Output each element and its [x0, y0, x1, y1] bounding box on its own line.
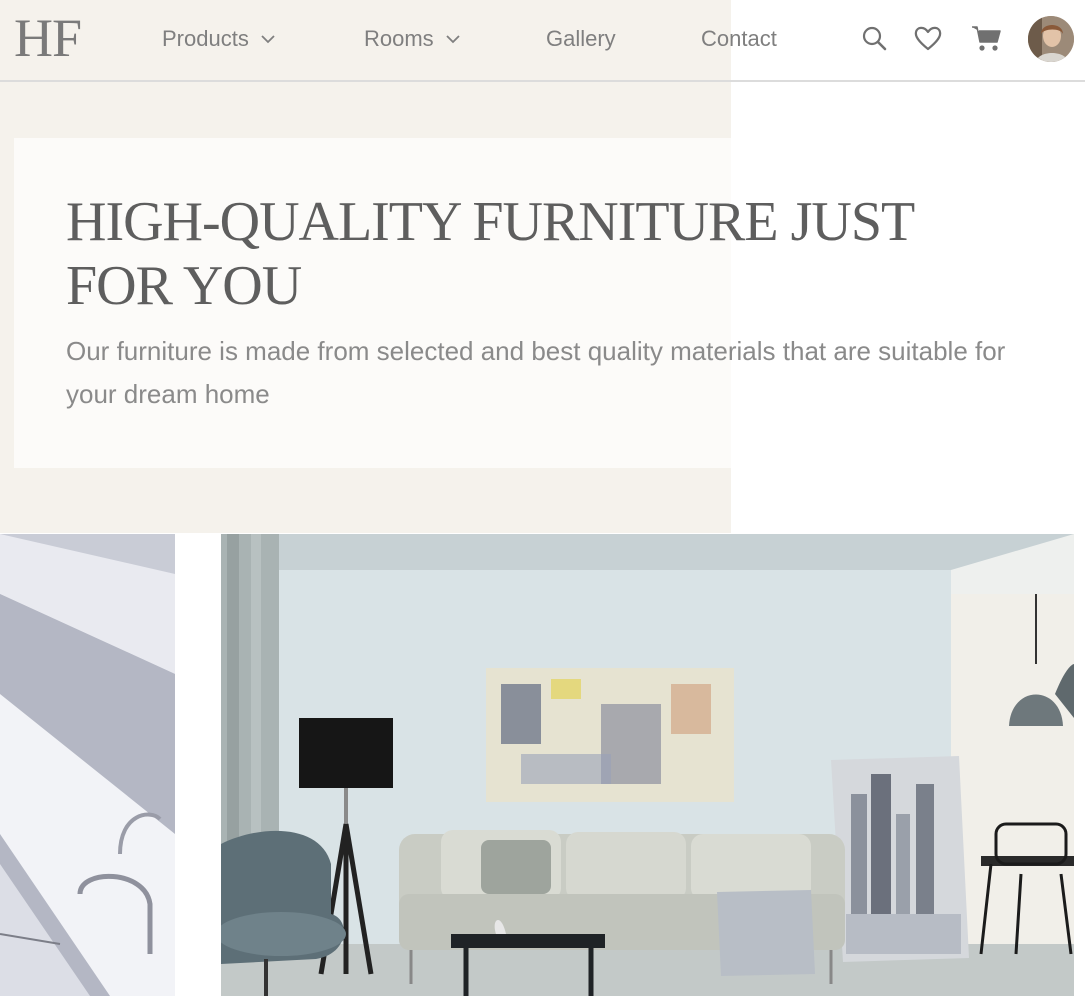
nav-item-label: Rooms [364, 26, 434, 51]
nav-item-rooms[interactable]: Rooms [364, 25, 462, 53]
hero-title: HIGH-QUALITY FURNITURE JUST FOR YOU [66, 191, 914, 317]
nav-item-gallery[interactable]: Gallery [546, 25, 616, 53]
abstract-painting [486, 668, 734, 802]
city-painting [831, 756, 969, 962]
cart-icon[interactable] [968, 20, 1004, 56]
chevron-down-icon [261, 35, 275, 44]
site-header: HF Products Rooms Gallery Contact [0, 0, 1085, 82]
user-avatar[interactable] [1028, 16, 1074, 62]
nav-item-label: Contact [701, 26, 777, 51]
nav-item-contact[interactable]: Contact [701, 25, 777, 53]
brand-logo[interactable]: HF [14, 8, 82, 68]
nav-item-products[interactable]: Products [162, 25, 277, 53]
chevron-down-icon [446, 35, 460, 44]
living-room-image [221, 534, 1074, 996]
nav-item-label: Gallery [546, 26, 616, 51]
search-icon[interactable] [856, 20, 892, 56]
nav-item-label: Products [162, 26, 249, 51]
hero-subtitle: Our furniture is made from selected and … [66, 336, 1006, 409]
bathroom-image [0, 534, 175, 996]
heart-icon[interactable] [910, 20, 946, 56]
